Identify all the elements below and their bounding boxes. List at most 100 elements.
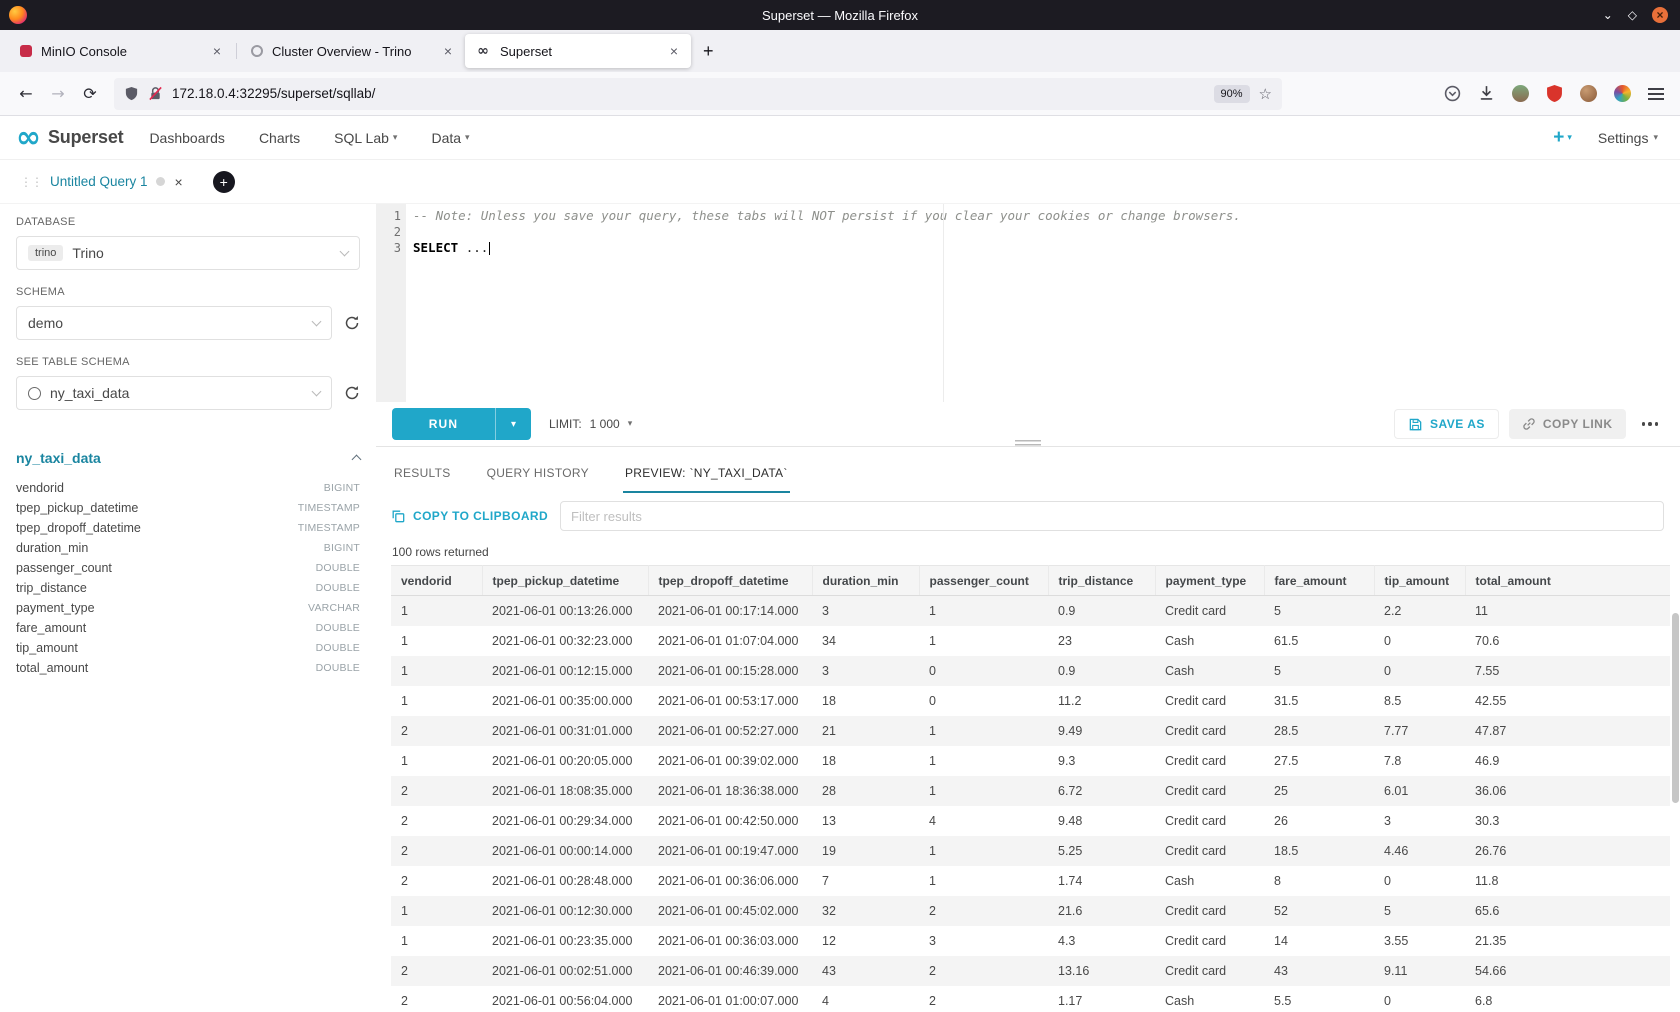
add-query-tab-button[interactable]: + [213, 171, 235, 193]
vertical-scrollbar-thumb[interactable] [1672, 613, 1679, 803]
new-tab-button[interactable]: + [691, 41, 726, 62]
table-cell: Cash [1155, 656, 1264, 686]
query-tab-close-icon[interactable]: × [175, 174, 183, 190]
tab-results[interactable]: RESULTS [392, 466, 453, 493]
column-header[interactable]: total_amount [1465, 566, 1670, 596]
table-cell: 2021-06-01 00:15:28.000 [648, 656, 812, 686]
extension-colorful-icon[interactable] [1614, 85, 1631, 102]
tab-close-icon[interactable]: × [441, 43, 455, 59]
column-header[interactable]: payment_type [1155, 566, 1264, 596]
nav-dashboards[interactable]: Dashboards [149, 130, 225, 146]
table-cell: 1 [919, 716, 1048, 746]
table-row: 12021-06-01 00:23:35.0002021-06-01 00:36… [391, 926, 1670, 956]
save-as-button[interactable]: SAVE AS [1394, 409, 1499, 439]
table-schema-section: ny_taxi_data [16, 450, 360, 466]
column-header[interactable]: tip_amount [1374, 566, 1465, 596]
profile-avatar-icon[interactable] [1580, 85, 1597, 102]
insecure-lock-icon[interactable] [148, 86, 163, 101]
run-button[interactable]: RUN ▾ [392, 408, 531, 440]
column-type: DOUBLE [316, 662, 360, 674]
table-cell: 11 [1465, 596, 1670, 626]
reload-button[interactable]: ⟳ [74, 78, 106, 110]
table-cell: 36.06 [1465, 776, 1670, 806]
column-header[interactable]: trip_distance [1048, 566, 1155, 596]
forward-button[interactable]: → [42, 78, 74, 110]
url-text[interactable]: 172.18.0.4:32295/superset/sqllab/ [172, 86, 1205, 101]
limit-dropdown[interactable]: LIMIT: 1 000 ▾ [549, 417, 632, 431]
table-cell: 1 [391, 926, 482, 956]
browser-tab-minio[interactable]: MinIO Console × [8, 34, 234, 68]
caret-down-icon: ▾ [1567, 133, 1572, 143]
table-name[interactable]: ny_taxi_data [16, 450, 101, 466]
pocket-icon[interactable] [1444, 85, 1461, 102]
nav-label: Dashboards [149, 130, 225, 146]
tracking-shield-icon[interactable] [124, 86, 139, 101]
column-name: fare_amount [16, 621, 86, 635]
filter-results-input[interactable] [560, 501, 1664, 531]
column-header[interactable]: duration_min [812, 566, 919, 596]
table-cell: 2 [919, 956, 1048, 986]
table-cell: 34 [812, 626, 919, 656]
extension-icon[interactable] [1512, 85, 1529, 102]
browser-tab-superset[interactable]: ∞ Superset × [465, 34, 691, 68]
nav-data[interactable]: Data▾ [431, 130, 469, 146]
table-select[interactable]: ny_taxi_data [16, 376, 332, 410]
browser-tab-trino[interactable]: Cluster Overview - Trino × [239, 34, 465, 68]
query-tab[interactable]: ⋮⋮ Untitled Query 1 × [12, 166, 191, 198]
column-header[interactable]: passenger_count [919, 566, 1048, 596]
editor-code-area[interactable]: -- Note: Unless you save your query, the… [406, 204, 1680, 402]
superset-favicon: ∞ [475, 43, 491, 59]
back-button[interactable]: ← [10, 78, 42, 110]
refresh-schema-button[interactable] [344, 315, 360, 331]
table-cell: 1 [391, 686, 482, 716]
tab-query-history[interactable]: QUERY HISTORY [485, 466, 591, 493]
caret-down-icon: ▾ [511, 419, 516, 430]
query-tab-label[interactable]: Untitled Query 1 [50, 174, 148, 189]
run-label[interactable]: RUN [392, 408, 495, 440]
sql-workspace: 1 2 3 -- Note: Unless you save your quer… [376, 204, 1680, 1012]
column-header[interactable]: vendorid [391, 566, 482, 596]
window-close-button[interactable]: × [1652, 7, 1668, 23]
window-chevron-down-icon[interactable]: ⌄ [1603, 8, 1613, 22]
column-type: BIGINT [324, 542, 360, 554]
tab-preview[interactable]: PREVIEW: `NY_TAXI_DATA` [623, 466, 790, 493]
downloads-icon[interactable] [1478, 85, 1495, 102]
table-cell: 7.8 [1374, 746, 1465, 776]
sql-editor[interactable]: 1 2 3 -- Note: Unless you save your quer… [376, 204, 1680, 402]
schema-select[interactable]: demo [16, 306, 332, 340]
table-cell: 1 [919, 836, 1048, 866]
more-options-button[interactable] [1636, 416, 1665, 432]
table-cell: 52 [1264, 896, 1374, 926]
tab-close-icon[interactable]: × [667, 43, 681, 59]
bookmark-star-icon[interactable]: ☆ [1259, 85, 1272, 103]
refresh-table-button[interactable] [344, 385, 360, 401]
table-cell: 1 [391, 626, 482, 656]
add-new-button[interactable]: +▾ [1553, 127, 1572, 149]
tab-title: Superset [500, 44, 667, 59]
window-maximize-icon[interactable]: ◇ [1628, 8, 1637, 22]
table-cell: Cash [1155, 986, 1264, 1012]
menu-icon[interactable] [1648, 88, 1664, 100]
browser-tab-bar: MinIO Console × Cluster Overview - Trino… [0, 30, 1680, 72]
superset-logo-icon[interactable]: ∞ [16, 123, 41, 153]
ublock-shield-icon[interactable] [1546, 85, 1563, 102]
drag-dots-icon[interactable]: ⋮⋮ [20, 175, 42, 189]
database-select[interactable]: trino Trino [16, 236, 360, 270]
url-bar[interactable]: 172.18.0.4:32295/superset/sqllab/ 90% ☆ [114, 78, 1282, 110]
settings-menu[interactable]: Settings▾ [1598, 130, 1658, 146]
column-header[interactable]: fare_amount [1264, 566, 1374, 596]
table-cell: 3 [812, 596, 919, 626]
column-header[interactable]: tpep_pickup_datetime [482, 566, 648, 596]
nav-sql-lab[interactable]: SQL Lab▾ [334, 130, 397, 146]
copy-link-button[interactable]: COPY LINK [1509, 409, 1626, 439]
collapse-chevron-icon[interactable] [352, 455, 362, 465]
zoom-indicator[interactable]: 90% [1214, 85, 1250, 103]
panel-drag-handle[interactable] [1015, 440, 1041, 448]
table-cell: 1 [391, 896, 482, 926]
nav-charts[interactable]: Charts [259, 130, 300, 146]
copy-to-clipboard-button[interactable]: COPY TO CLIPBOARD [391, 509, 548, 523]
superset-brand[interactable]: Superset [48, 127, 123, 148]
column-header[interactable]: tpep_dropoff_datetime [648, 566, 812, 596]
run-dropdown-button[interactable]: ▾ [495, 408, 531, 440]
tab-close-icon[interactable]: × [210, 43, 224, 59]
